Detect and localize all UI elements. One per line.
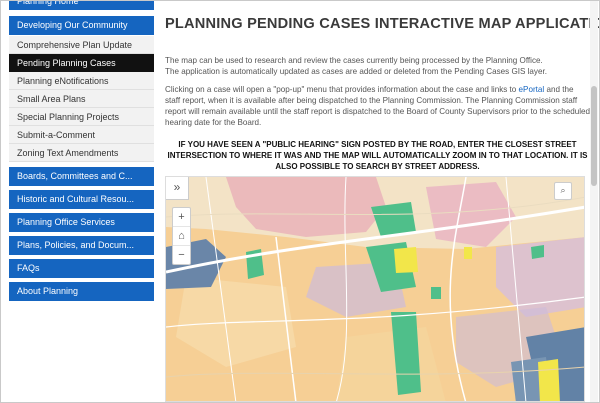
expand-panel-icon[interactable]: » xyxy=(166,177,189,200)
zoom-controls: + ⌂ − xyxy=(172,207,191,265)
sidebar-item-zoning-text-amendments[interactable]: Zoning Text Amendments xyxy=(9,144,154,162)
intro-paragraph: The map can be used to research and revi… xyxy=(165,55,590,77)
sidebar-item-planning-enotifications[interactable]: Planning eNotifications xyxy=(9,72,154,90)
sidebar-group-about-planning[interactable]: About Planning xyxy=(9,282,154,301)
scrollbar-thumb[interactable] xyxy=(591,86,597,186)
search-icon[interactable]: ⌕ xyxy=(554,182,572,200)
popup-text-before-link: Clicking on a case will open a "pop-up" … xyxy=(165,85,519,94)
browser-viewport: Planning Home Developing Our Community C… xyxy=(0,0,600,403)
map-canvas[interactable] xyxy=(166,177,585,402)
sidebar-group-plans-policies[interactable]: Plans, Policies, and Docum... xyxy=(9,236,154,255)
eportal-link[interactable]: ePortal xyxy=(519,85,545,94)
sidebar-item-special-planning-projects[interactable]: Special Planning Projects xyxy=(9,108,154,126)
intro-line-1: The map can be used to research and revi… xyxy=(165,56,543,65)
sidebar-group-faqs[interactable]: FAQs xyxy=(9,259,154,278)
sidebar-group-historic-cultural[interactable]: Historic and Cultural Resou... xyxy=(9,190,154,209)
sidebar-group-boards-committees[interactable]: Boards, Committees and C... xyxy=(9,167,154,186)
pending-cases-map[interactable]: » ⌕ + ⌂ − xyxy=(165,176,585,402)
sidebar-item-pending-planning-cases[interactable]: Pending Planning Cases xyxy=(9,54,154,72)
sidebar-section-developing-our-community[interactable]: Developing Our Community xyxy=(9,16,154,35)
page-scrollbar[interactable] xyxy=(590,1,598,402)
page-title: PLANNING PENDING CASES INTERACTIVE MAP A… xyxy=(165,16,600,32)
public-hearing-notice: IF YOU HAVE SEEN A "PUBLIC HEARING" SIGN… xyxy=(167,140,588,171)
sidebar-group-planning-office-services[interactable]: Planning Office Services xyxy=(9,213,154,232)
sidebar-item-planning-home[interactable]: Planning Home xyxy=(9,1,154,10)
sidebar-item-comprehensive-plan-update[interactable]: Comprehensive Plan Update xyxy=(9,36,154,54)
sidebar-item-small-area-plans[interactable]: Small Area Plans xyxy=(9,90,154,108)
popup-info-paragraph: Clicking on a case will open a "pop-up" … xyxy=(165,84,590,128)
intro-line-2: The application is automatically updated… xyxy=(165,67,547,76)
home-icon[interactable]: ⌂ xyxy=(173,227,190,246)
zoom-in-button[interactable]: + xyxy=(173,208,190,227)
zoom-out-button[interactable]: − xyxy=(173,246,190,264)
sidebar-item-submit-a-comment[interactable]: Submit-a-Comment xyxy=(9,126,154,144)
